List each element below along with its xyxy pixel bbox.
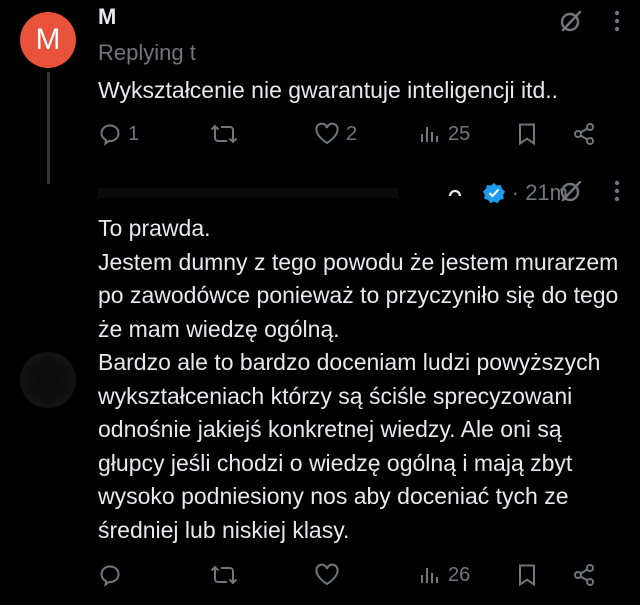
tweet-text: Wykształcenie nie gwarantuje inteligencj… <box>98 77 559 103</box>
grok-icon[interactable] <box>558 178 584 204</box>
reply-button[interactable] <box>98 563 210 587</box>
heart-icon <box>315 122 339 145</box>
retweet-button[interactable] <box>210 122 314 146</box>
views-icon <box>421 568 438 583</box>
avatar[interactable] <box>20 352 76 408</box>
like-count: 2 <box>346 122 358 145</box>
avatar-letter: M <box>35 23 61 56</box>
thread-line <box>47 72 50 184</box>
more-options-icon[interactable] <box>614 10 620 32</box>
views-icon <box>421 127 438 142</box>
reply-icon <box>100 565 120 587</box>
bookmark-button[interactable] <box>516 563 572 587</box>
replying-to[interactable]: Replying t <box>98 40 196 66</box>
bookmark-button[interactable] <box>516 122 572 146</box>
view-count: 25 <box>448 122 471 145</box>
retweet-icon <box>210 565 238 585</box>
view-count: 26 <box>448 563 471 586</box>
share-button[interactable] <box>572 563 596 587</box>
grok-icon[interactable] <box>558 8 584 34</box>
share-button[interactable] <box>572 122 596 146</box>
more-options-icon[interactable] <box>614 180 620 202</box>
tweet-header-actions <box>558 178 620 204</box>
refresh-icon <box>448 189 461 197</box>
avatar[interactable]: M <box>20 12 76 68</box>
tweet-actions: 1 2 25 <box>98 122 620 146</box>
like-button[interactable] <box>314 563 418 587</box>
share-icon <box>574 123 594 145</box>
redacted-name <box>124 8 504 24</box>
share-icon <box>574 564 594 586</box>
reply-icon <box>100 124 120 146</box>
tweet-header-actions <box>558 8 620 34</box>
author-name[interactable]: M <box>98 4 116 30</box>
redacted-name <box>98 188 398 198</box>
tweet-text: To prawda. Jestem dumny z tego powodu że… <box>98 215 619 543</box>
views-button[interactable]: 26 <box>418 563 516 587</box>
retweet-button[interactable] <box>210 563 314 587</box>
retweet-icon <box>210 124 238 144</box>
reply-button[interactable]: 1 <box>98 122 210 146</box>
views-button[interactable]: 25 <box>418 122 516 146</box>
tweet-1[interactable]: M M Replying t Wykształcenie nie gwarant… <box>0 0 640 184</box>
heart-icon <box>315 563 339 586</box>
reply-count: 1 <box>128 122 140 145</box>
tweet-actions: 26 <box>98 563 620 587</box>
bookmark-icon <box>519 123 535 146</box>
tweet-meta: · 21m <box>448 180 568 206</box>
tweet-2[interactable]: · 21m To prawda. Jestem dumny z tego pow… <box>0 170 640 605</box>
verified-badge-icon <box>482 183 505 204</box>
bookmark-icon <box>519 564 535 587</box>
like-button[interactable]: 2 <box>314 122 418 146</box>
